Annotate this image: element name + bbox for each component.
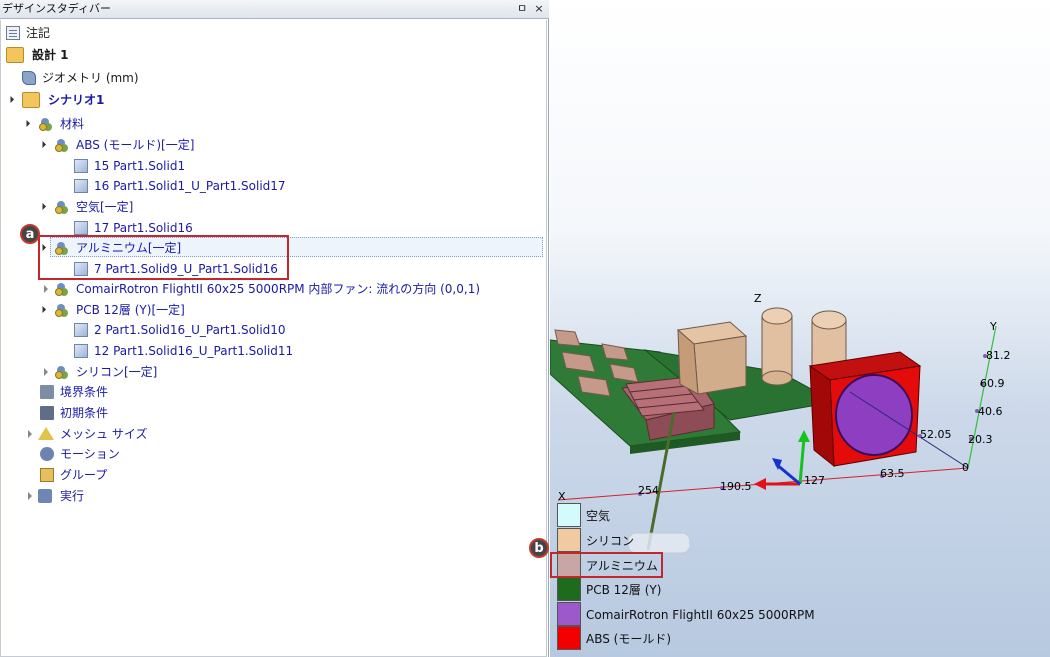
tree-item-label: グループ [60,468,108,482]
panel-title-bar: デザインスタディバー ㅁ × [0,0,549,19]
z-axis-label: Z [754,292,762,305]
close-icon[interactable]: × [532,1,546,17]
fan-housing-side [809,365,835,468]
legend-swatch-abs [557,626,581,650]
tree-item-label: シリコン[一定] [76,365,158,379]
collapse-arrow-icon[interactable] [28,430,32,438]
tree-item-label: 空気[一定] [76,200,134,214]
pin-icon[interactable]: ㅁ [515,1,529,17]
callout-b-badge: b [529,538,549,558]
material-icon [54,365,68,379]
tree-item-label: ComairRotron FlightII 60x25 5000RPM 内部ファ… [76,282,481,296]
fan-disc [835,374,913,456]
collapse-arrow-icon[interactable] [44,285,48,293]
legend-swatch-air [557,503,581,527]
notes-icon [6,26,20,40]
tree-item-label: モーション [60,447,120,461]
legend-swatch-pcb [557,577,581,601]
solid-part-icon [74,159,88,173]
chip [601,343,629,361]
triad-z [775,462,801,486]
tree-item-label: 初期条件 [60,406,109,420]
x-tick: 190.5 [720,480,752,493]
y-tick: 20.3 [968,433,993,446]
boundary-conditions-icon [40,385,54,399]
tree-item-label: 15 Part1.Solid1 [94,159,186,173]
solid-part-icon [74,179,88,193]
solid-part-icon [74,221,88,235]
mini-toolbar [627,532,691,554]
legend-label-air: 空気 [586,509,611,523]
x-tick: 63.5 [880,467,905,480]
mesh-icon [38,427,54,440]
callout-a-box [38,235,289,280]
collapse-arrow-icon[interactable] [28,492,32,500]
solid-part-icon [74,344,88,358]
z-tick: 52.05 [920,428,952,441]
tree-item-label: 2 Part1.Solid16_U_Part1.Solid10 [94,323,286,337]
callout-a-badge: a [20,224,40,244]
legend-label-pcb: PCB 12層 (Y) [586,583,662,597]
y-tick: 40.6 [978,405,1003,418]
x-tick: 127 [804,474,825,487]
collapse-arrow-icon[interactable] [44,368,48,376]
material-icon [54,138,68,152]
design-study-bar: デザインスタディバー ㅁ × 注記 設計 1 ジオメトリ (mm) シナリオ1 … [0,0,549,657]
tree-item-label: メッシュ サイズ [60,427,148,441]
x-tick: 254 [638,484,659,497]
tree-item-label: 設計 1 [32,48,69,62]
materials-icon [38,117,52,131]
tree-item-label: 境界条件 [60,385,109,399]
geometry-icon [22,71,36,85]
callout-b-box [550,552,663,578]
initial-conditions-icon [40,406,54,420]
legend-swatch-fan [557,602,581,626]
design-folder-icon [6,47,24,63]
component-front [693,335,747,395]
tree-item-label: 16 Part1.Solid1_U_Part1.Solid17 [94,179,286,193]
tree-item-label: 材料 [60,117,85,131]
tree-item-label: ABS (モールド)[一定] [76,138,195,152]
material-icon [54,200,68,214]
panel-title: デザインスタディバー [2,2,112,15]
x-axis-label: X [558,490,566,503]
y-axis-line [967,325,997,469]
run-icon [38,489,52,503]
tree-item-label: 12 Part1.Solid16_U_Part1.Solid11 [94,344,294,358]
y-axis-label: Y [990,320,997,333]
solid-part-icon [74,323,88,337]
tree-item-label: ジオメトリ (mm) [42,71,139,85]
material-icon [54,303,68,317]
legend-swatch-silicon [557,528,581,552]
tree-item-label: シナリオ1 [48,93,105,107]
legend-label-fan: ComairRotron FlightII 60x25 5000RPM [586,608,815,622]
y-tick: 81.2 [986,349,1011,362]
chip [554,329,581,347]
capacitor [761,307,793,386]
tree-item-label: 実行 [60,489,85,503]
legend-label-abs: ABS (モールド) [586,632,672,646]
y-tick: 60.9 [980,377,1005,390]
material-icon [54,282,68,296]
x-tick: 0 [962,461,969,474]
tree-item-label: 注記 [26,26,51,40]
group-icon [40,468,54,482]
motion-icon [40,447,54,461]
scenario-folder-icon [22,92,40,108]
tree-item-label: PCB 12層 (Y)[一定] [76,303,185,317]
legend-label-silicon: シリコン [586,534,635,548]
